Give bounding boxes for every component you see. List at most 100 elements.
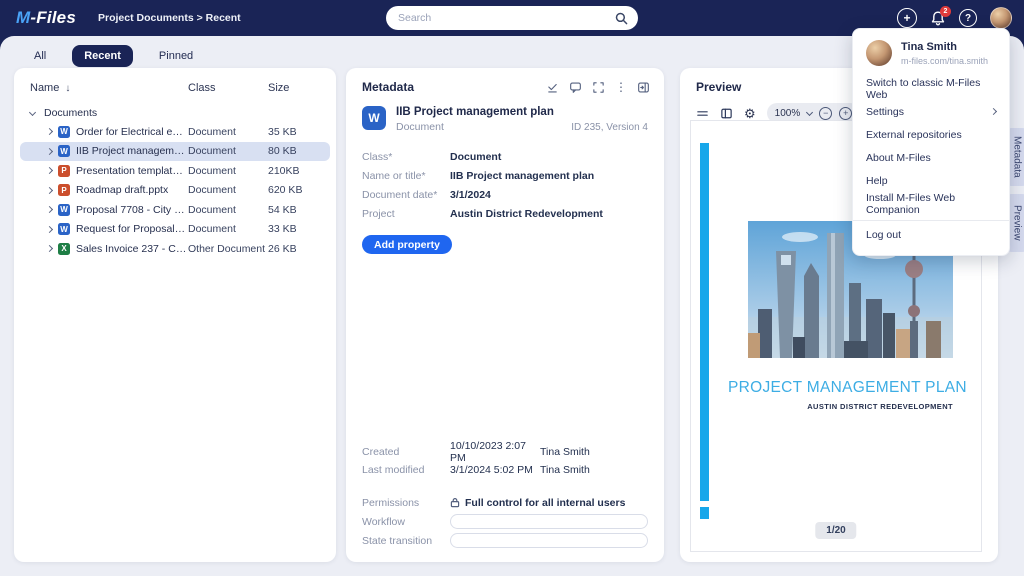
add-property-button[interactable]: Add property xyxy=(362,235,452,254)
user-menu-dropdown: Tina Smith m-files.com/tina.smith Switch… xyxy=(852,28,1010,256)
menu-item-about[interactable]: About M-Files xyxy=(853,148,1009,167)
workflow-label: Workflow xyxy=(362,516,450,528)
split-view-icon[interactable] xyxy=(720,107,733,120)
pin-metadata-icon[interactable] xyxy=(546,81,559,94)
more-options-icon[interactable]: ⋮ xyxy=(615,81,627,93)
permissions-value[interactable]: Full control for all internal users xyxy=(450,497,625,509)
notifications-button[interactable]: 2 xyxy=(930,10,946,27)
table-row[interactable]: W Request for Proposal - HVAC Engineerin.… xyxy=(20,220,330,240)
notification-badge: 2 xyxy=(940,6,951,17)
menu-item-install-companion[interactable]: Install M-Files Web Companion xyxy=(853,194,1009,213)
property-value[interactable]: Document xyxy=(450,151,501,163)
chevron-right-icon[interactable] xyxy=(46,128,53,135)
column-header-size[interactable]: Size xyxy=(268,82,326,94)
chevron-right-icon[interactable] xyxy=(46,187,53,194)
chevron-right-icon[interactable] xyxy=(46,226,53,233)
document-accent-bar xyxy=(700,143,709,501)
menu-item-external-repositories[interactable]: External repositories xyxy=(853,125,1009,144)
menu-item-settings[interactable]: Settings xyxy=(853,102,1009,121)
comments-icon[interactable] xyxy=(569,81,582,94)
state-transition-label: State transition xyxy=(362,535,450,547)
file-size: 54 KB xyxy=(268,204,326,216)
thumbnails-icon[interactable] xyxy=(696,107,709,120)
powerpoint-file-icon: P xyxy=(58,184,70,196)
modified-label: Last modified xyxy=(362,464,450,476)
word-file-icon: W xyxy=(58,223,70,235)
file-class: Document xyxy=(188,184,268,196)
zoom-in-icon[interactable]: + xyxy=(839,107,852,120)
chevron-down-icon[interactable] xyxy=(29,109,36,116)
tab-pinned[interactable]: Pinned xyxy=(147,45,205,67)
table-row-selected[interactable]: WIIB Project management plan.docx Docume… xyxy=(20,142,330,162)
property-value[interactable]: IIB Project management plan xyxy=(450,170,594,182)
property-value[interactable]: 3/1/2024 xyxy=(450,189,491,201)
workflow-input[interactable] xyxy=(450,514,648,529)
chevron-down-icon[interactable] xyxy=(806,108,813,115)
table-row[interactable]: XSales Invoice 237 - City of Chicago.xls… xyxy=(20,239,330,259)
menu-item-help[interactable]: Help xyxy=(853,171,1009,190)
property-label: Name or title* xyxy=(362,170,450,182)
table-row[interactable]: WOrder for Electrical engineering.docx D… xyxy=(20,122,330,142)
file-class: Document xyxy=(188,204,268,216)
zoom-out-icon[interactable]: − xyxy=(819,107,832,120)
document-title: IIB Project management plan xyxy=(396,106,561,118)
breadcrumb[interactable]: Project Documents > Recent xyxy=(98,12,241,24)
zoom-level: 100% xyxy=(775,108,801,119)
help-button[interactable]: ? xyxy=(959,9,977,27)
menu-item-logout[interactable]: Log out xyxy=(853,225,1009,244)
menu-item-switch-classic[interactable]: Switch to classic M-Files Web xyxy=(853,79,1009,98)
modified-by: Tina Smith xyxy=(540,464,590,476)
table-row[interactable]: W Proposal 7708 - City of Chicago.docx Do… xyxy=(20,200,330,220)
user-name: Tina Smith xyxy=(901,41,988,53)
search-bar[interactable] xyxy=(386,6,638,30)
mfiles-logo[interactable]: M-Files xyxy=(16,8,76,28)
file-name: Order for Electrical engineering.docx xyxy=(76,126,188,138)
created-label: Created xyxy=(362,446,450,458)
word-file-icon: W xyxy=(58,126,70,138)
property-label: Project xyxy=(362,208,450,220)
menu-item-label: Settings xyxy=(866,106,904,118)
search-input[interactable] xyxy=(398,12,615,24)
chevron-right-icon[interactable] xyxy=(46,148,53,155)
search-icon[interactable] xyxy=(615,12,628,25)
chevron-right-icon[interactable] xyxy=(46,245,53,252)
tab-all[interactable]: All xyxy=(22,45,58,67)
file-class: Document xyxy=(188,165,268,177)
document-cover-subtitle: AUSTIN DISTRICT REDEVELOPMENT xyxy=(731,402,953,411)
file-size: 26 KB xyxy=(268,243,326,255)
chevron-right-icon[interactable] xyxy=(46,206,53,213)
file-name: Request for Proposal - HVAC Engineerin..… xyxy=(76,223,188,235)
side-tab-label: Preview xyxy=(1012,205,1023,241)
user-avatar-button[interactable] xyxy=(990,7,1012,29)
property-value[interactable]: Austin District Redevelopment xyxy=(450,208,603,220)
folder-row-documents[interactable]: Documents xyxy=(14,103,336,122)
state-transition-input[interactable] xyxy=(450,533,648,548)
menu-item-label: External repositories xyxy=(866,129,962,141)
expand-icon[interactable] xyxy=(592,81,605,94)
plus-icon: + xyxy=(903,11,910,25)
tab-recent[interactable]: Recent xyxy=(72,45,133,67)
sort-descending-icon[interactable]: ↓ xyxy=(65,83,70,94)
question-icon: ? xyxy=(965,13,971,24)
excel-file-icon: X xyxy=(58,243,70,255)
word-file-icon: W xyxy=(58,204,70,216)
column-header-name[interactable]: Name ↓ xyxy=(30,82,188,94)
menu-item-label: Help xyxy=(866,175,888,187)
table-row[interactable]: PPresentation template.pptx Document 210… xyxy=(20,161,330,181)
page-indicator: 1/20 xyxy=(815,522,856,539)
file-name: Proposal 7708 - City of Chicago.docx xyxy=(76,204,188,216)
chevron-right-icon[interactable] xyxy=(46,167,53,174)
property-row: Document date* 3/1/2024 xyxy=(346,185,664,204)
file-size: 80 KB xyxy=(268,145,326,157)
logo-rest: -Files xyxy=(30,8,76,27)
file-name: Presentation template.pptx xyxy=(76,165,188,177)
column-header-class[interactable]: Class xyxy=(188,82,268,94)
word-file-icon: W xyxy=(58,145,70,157)
gear-icon[interactable]: ⚙ xyxy=(744,107,756,120)
property-label: Document date* xyxy=(362,189,450,201)
property-label: Class* xyxy=(362,151,450,163)
user-vault-url: m-files.com/tina.smith xyxy=(901,56,988,66)
collapse-panel-icon[interactable] xyxy=(637,81,650,94)
table-row[interactable]: PRoadmap draft.pptx Document 620 KB xyxy=(20,181,330,201)
create-new-button[interactable]: + xyxy=(897,8,917,28)
